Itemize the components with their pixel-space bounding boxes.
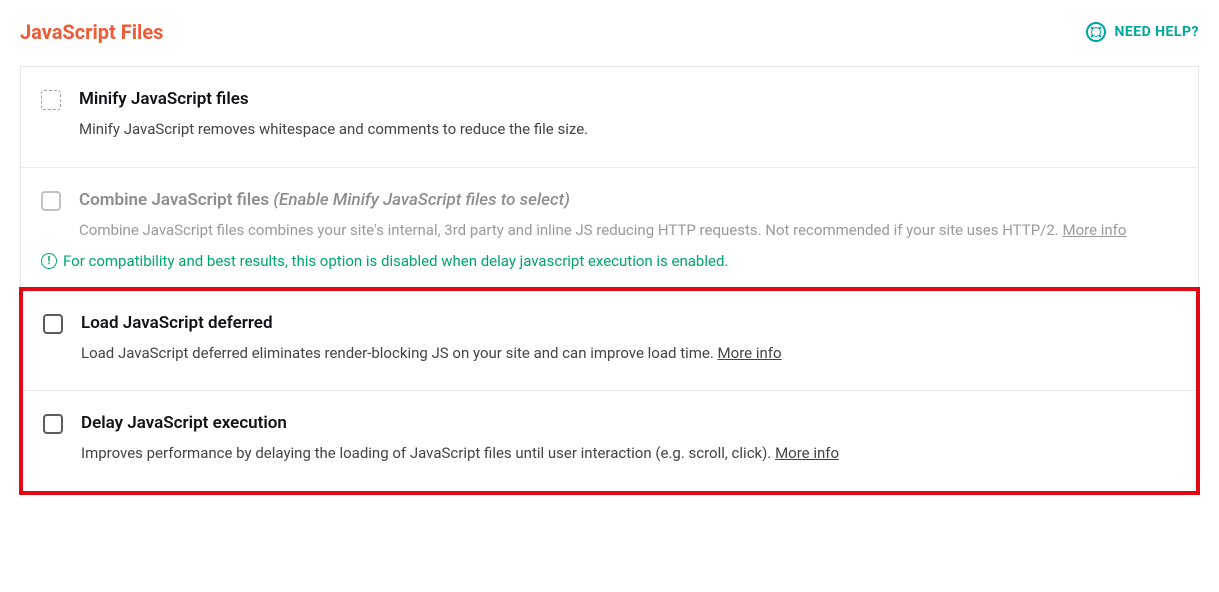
option-desc: Minify JavaScript removes whitespace and… [79, 119, 1178, 141]
option-desc-text: Load JavaScript deferred eliminates rend… [81, 344, 714, 362]
checkbox-combine [41, 191, 61, 211]
option-title-main: Combine JavaScript files [79, 190, 269, 210]
option-minify: Minify JavaScript files Minify JavaScrip… [21, 67, 1198, 168]
highlight-box: Load JavaScript deferred Load JavaScript… [19, 287, 1200, 496]
option-title: Minify JavaScript files [79, 89, 1178, 109]
option-delay: Delay JavaScript execution Improves perf… [23, 391, 1196, 491]
option-title: Load JavaScript deferred [81, 313, 1176, 333]
section-header: JavaScript Files NEED HELP? [20, 20, 1199, 56]
option-desc: Improves performance by delaying the loa… [81, 443, 1176, 465]
option-body: Delay JavaScript execution Improves perf… [81, 413, 1176, 465]
more-info-link[interactable]: More info [718, 344, 782, 362]
lifebuoy-icon [1086, 22, 1106, 42]
checkbox-defer[interactable] [43, 314, 63, 334]
option-title: Delay JavaScript execution [81, 413, 1176, 433]
more-info-link[interactable]: More info [1062, 221, 1126, 239]
option-body: Combine JavaScript files (Enable Minify … [79, 190, 1178, 242]
need-help-label: NEED HELP? [1114, 24, 1199, 40]
option-body: Load JavaScript deferred Load JavaScript… [81, 313, 1176, 365]
warning-icon: ! [41, 253, 57, 269]
option-body: Minify JavaScript files Minify JavaScrip… [79, 89, 1178, 141]
option-desc: Combine JavaScript files combines your s… [79, 220, 1178, 242]
options-panel: Minify JavaScript files Minify JavaScrip… [20, 66, 1199, 494]
option-title-note: (Enable Minify JavaScript files to selec… [273, 190, 570, 210]
checkbox-delay[interactable] [43, 414, 63, 434]
option-desc: Load JavaScript deferred eliminates rend… [81, 343, 1176, 365]
option-defer: Load JavaScript deferred Load JavaScript… [23, 291, 1196, 392]
option-combine: Combine JavaScript files (Enable Minify … [21, 168, 1198, 252]
checkbox-minify [41, 90, 61, 110]
compat-note: ! For compatibility and best results, th… [21, 252, 1198, 289]
option-desc-text: Combine JavaScript files combines your s… [79, 221, 1059, 239]
page-title: JavaScript Files [20, 20, 163, 44]
need-help-button[interactable]: NEED HELP? [1086, 22, 1199, 42]
compat-note-text: For compatibility and best results, this… [63, 252, 728, 270]
more-info-link[interactable]: More info [775, 444, 839, 462]
option-title: Combine JavaScript files (Enable Minify … [79, 190, 1178, 210]
option-desc-text: Improves performance by delaying the loa… [81, 444, 771, 462]
